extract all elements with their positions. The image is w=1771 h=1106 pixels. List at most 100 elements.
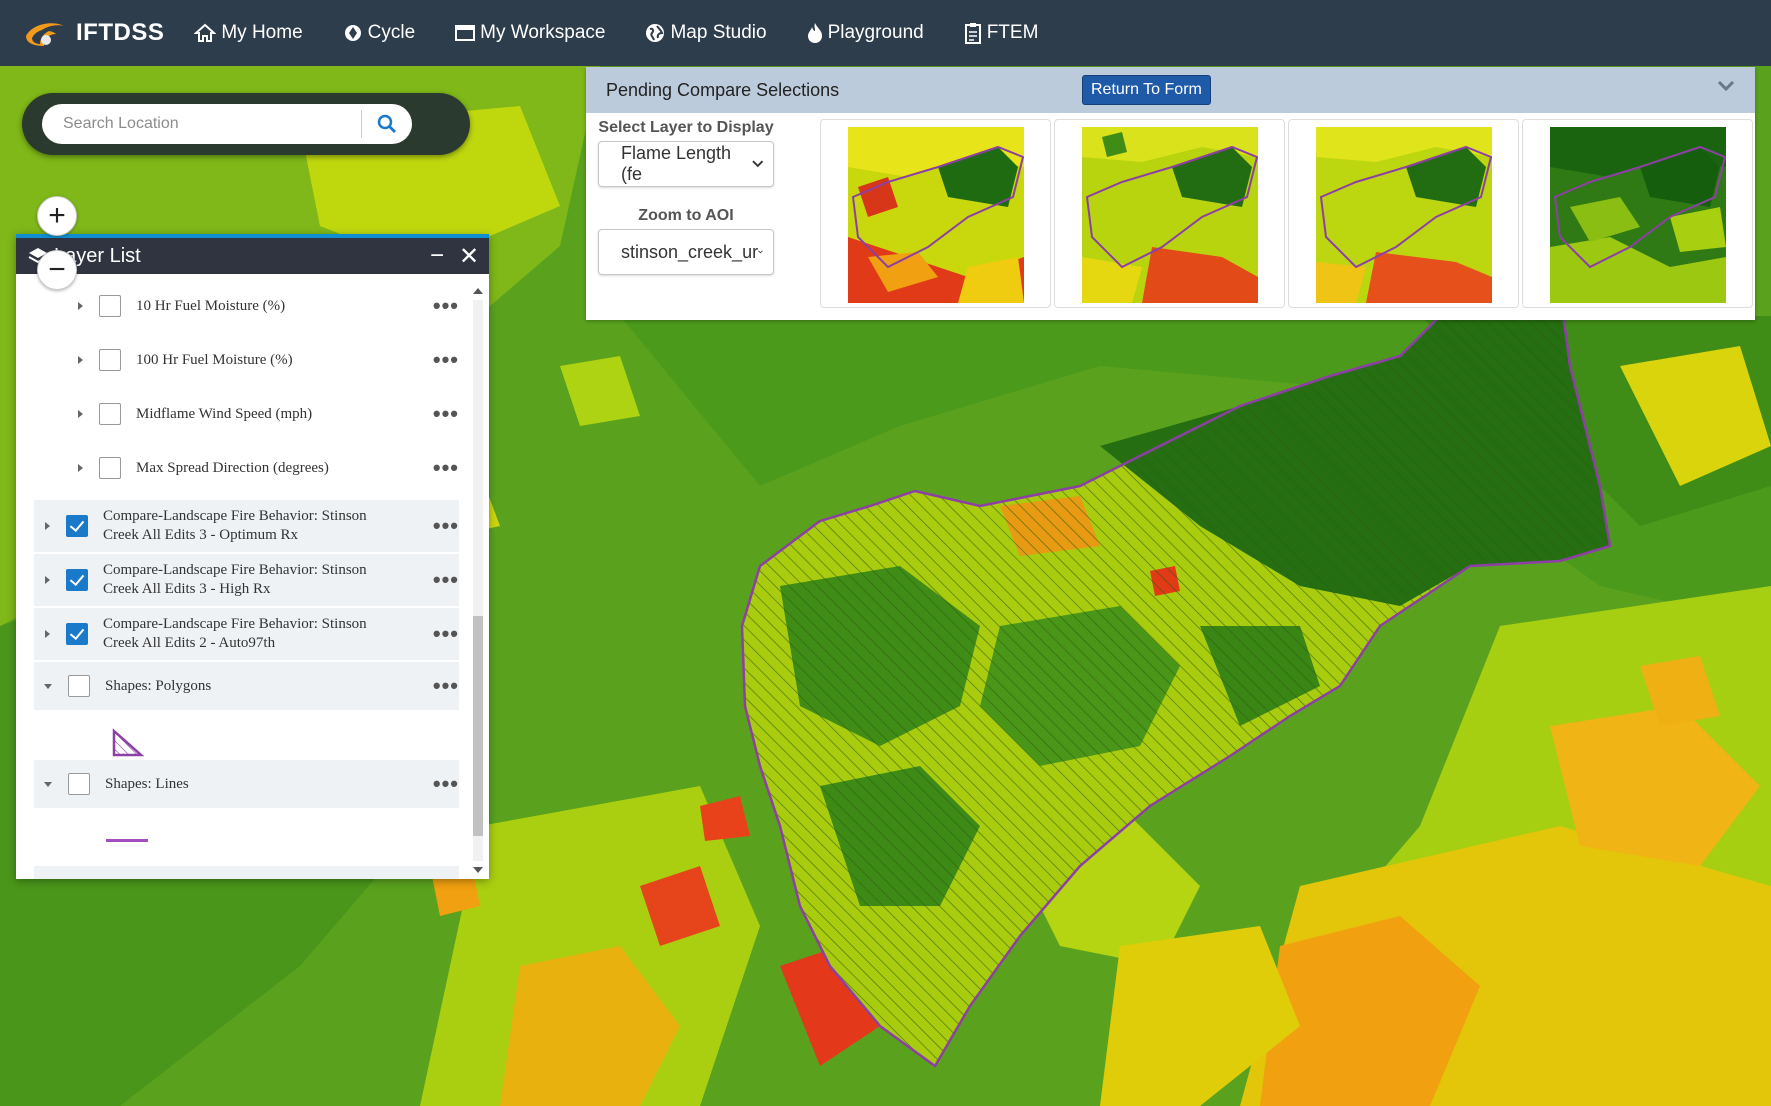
layer-checkbox[interactable] (68, 675, 90, 697)
nav-map-studio[interactable]: Map Studio (645, 22, 767, 44)
compare-header: Pending Compare Selections Return To For… (586, 67, 1755, 113)
collapse-caret-icon[interactable] (44, 781, 52, 787)
flame-logo-icon (26, 23, 64, 46)
polygon-legend-icon (112, 728, 144, 757)
more-options-icon[interactable]: ••• (433, 401, 459, 427)
zoom-in-button[interactable]: + (37, 196, 77, 236)
thumbnail-map-image (1082, 127, 1258, 303)
nav-label: Playground (827, 22, 924, 43)
layer-label: Compare-Landscape Fire Behavior: Stinson… (103, 508, 367, 543)
layer-checkbox[interactable] (68, 773, 90, 795)
expand-caret-icon[interactable] (78, 356, 83, 364)
more-options-icon[interactable]: ••• (433, 673, 459, 699)
layer-label: Shapes: Lines (105, 775, 189, 792)
expand-caret-icon[interactable] (78, 410, 83, 418)
expand-caret-icon[interactable] (45, 522, 50, 530)
scroll-up-icon[interactable] (473, 288, 483, 294)
compare-thumbnail[interactable] (1288, 119, 1519, 308)
more-options-icon[interactable]: ••• (433, 567, 459, 593)
workspace-icon (455, 25, 476, 41)
layer-label: 100 Hr Fuel Moisture (%) (136, 351, 293, 368)
search-icon (377, 114, 397, 133)
layer-label: Max Spread Direction (degrees) (136, 459, 329, 476)
nav-ftem[interactable]: FTEM (964, 22, 1038, 44)
layer-checkbox[interactable] (66, 515, 88, 537)
layer-row[interactable]: Shapes: Lines ••• (34, 760, 459, 808)
layer-label: Compare-Landscape Fire Behavior: Stinson… (103, 562, 367, 597)
home-icon (194, 23, 217, 42)
return-to-form-button[interactable]: Return To Form (1082, 75, 1211, 105)
layer-checkbox[interactable] (99, 457, 121, 479)
layer-list-panel: Layer List − ✕ 10 Hr Fuel Moisture (%) •… (16, 234, 489, 879)
layer-checkbox[interactable] (99, 349, 121, 371)
compare-form: Select Layer to Display Flame Length (fe… (598, 119, 774, 275)
more-options-icon[interactable]: ••• (433, 621, 459, 647)
chevron-down-icon[interactable] (1717, 79, 1735, 93)
thumbnail-map-image (1316, 127, 1492, 303)
more-options-icon[interactable]: ••• (433, 293, 459, 319)
brand[interactable]: IFTDSS (22, 16, 164, 50)
layer-row[interactable]: 10 Hr Fuel Moisture (%) ••• (34, 284, 459, 328)
globe-icon (646, 24, 665, 42)
nav-label: Cycle (367, 22, 416, 43)
scroll-down-icon[interactable] (473, 867, 483, 873)
minimize-button[interactable]: − (421, 242, 453, 270)
nav-cycle[interactable]: Cycle (343, 22, 416, 44)
expand-caret-icon[interactable] (78, 464, 83, 472)
layer-label: Shapes: Polygons (105, 677, 212, 694)
more-options-icon[interactable]: ••• (433, 455, 459, 481)
layer-row[interactable]: 100 Hr Fuel Moisture (%) ••• (34, 338, 459, 382)
nav-label: My Workspace (480, 22, 606, 43)
nav-label: Map Studio (670, 22, 767, 43)
compare-thumbnail[interactable] (820, 119, 1051, 308)
flame-icon (807, 23, 822, 43)
search-button[interactable] (362, 104, 412, 144)
layer-row[interactable]: Compare-Landscape Fire Behavior: Stinson… (34, 608, 459, 660)
expand-caret-icon[interactable] (78, 302, 83, 310)
select-layer-dropdown[interactable]: Flame Length (fe (598, 141, 774, 187)
more-options-icon[interactable]: ••• (433, 771, 459, 797)
search-input[interactable] (63, 115, 362, 133)
layer-checkbox[interactable] (66, 623, 88, 645)
line-legend-icon (106, 839, 148, 842)
close-button[interactable]: ✕ (453, 242, 485, 271)
nav-playground[interactable]: Playground (807, 22, 924, 44)
cycle-icon (344, 25, 361, 41)
expand-caret-icon[interactable] (45, 576, 50, 584)
brand-name: IFTDSS (76, 19, 165, 46)
layer-row[interactable]: Compare-Landscape Fire Behavior: Stinson… (34, 500, 459, 552)
layer-label: Midflame Wind Speed (mph) (136, 405, 313, 422)
scroll-thumb[interactable] (473, 616, 483, 836)
compare-thumbnail[interactable] (1054, 119, 1285, 308)
thumbnail-map-image (848, 127, 1024, 303)
chevron-down-icon (758, 250, 763, 254)
layer-row[interactable]: Max Spread Direction (degrees) ••• (34, 446, 459, 490)
layer-row[interactable]: Compare-Landscape Fire Behavior: Stinson… (34, 554, 459, 606)
nav-label: My Home (221, 22, 303, 43)
layer-checkbox[interactable] (99, 403, 121, 425)
select-layer-value: Flame Length (fe (621, 143, 732, 184)
layer-checkbox[interactable] (66, 569, 88, 591)
layer-row[interactable]: Midflame Wind Speed (mph) ••• (34, 392, 459, 436)
compare-thumbnail[interactable] (1522, 119, 1753, 308)
clipboard-icon (964, 23, 981, 44)
layer-checkbox[interactable] (99, 295, 121, 317)
zoom-out-button[interactable]: − (37, 250, 77, 290)
layer-list-scrollbar[interactable] (470, 286, 486, 875)
nav-my-workspace[interactable]: My Workspace (455, 22, 605, 44)
select-layer-label: Select Layer to Display (598, 119, 774, 136)
layer-list-title: Layer List (54, 244, 141, 267)
layer-row[interactable]: Shapes: Polygons ••• (34, 662, 459, 710)
more-options-icon[interactable]: ••• (433, 513, 459, 539)
more-options-icon[interactable]: ••• (433, 347, 459, 373)
layer-list-header[interactable]: Layer List − ✕ (16, 238, 489, 274)
layer-label: Compare-Landscape Fire Behavior: Stinson… (103, 616, 367, 651)
thumbnail-map-image (1550, 127, 1726, 303)
nav-my-home[interactable]: My Home (194, 22, 303, 44)
layer-list-body: 10 Hr Fuel Moisture (%) ••• 100 Hr Fuel … (16, 278, 489, 879)
layer-row[interactable] (34, 866, 459, 879)
expand-caret-icon[interactable] (45, 630, 50, 638)
zoom-aoi-dropdown[interactable]: stinson_creek_ur (598, 229, 774, 275)
collapse-caret-icon[interactable] (44, 683, 52, 689)
layer-label: 10 Hr Fuel Moisture (%) (136, 297, 286, 314)
